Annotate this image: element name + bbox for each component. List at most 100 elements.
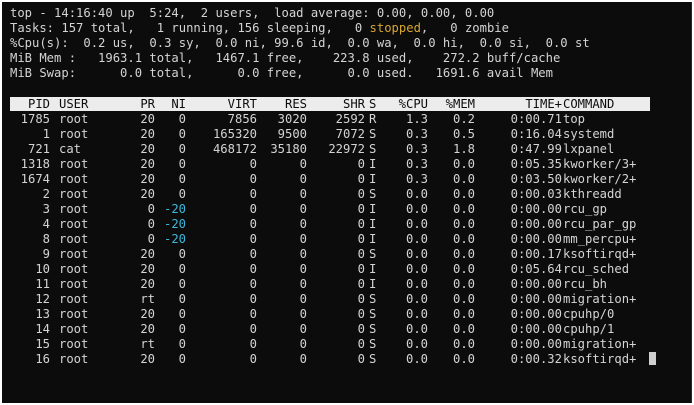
- cell-mem: 0.0: [452, 217, 475, 231]
- cell-state: S: [369, 292, 377, 306]
- cell-shr: 7072: [335, 127, 365, 141]
- col-time[interactable]: TIME+: [478, 97, 562, 111]
- col-ni[interactable]: NI: [158, 97, 186, 111]
- table-row[interactable]: 12 root rt 0 0 0 0 S 0.0 0.0 0:00.00 migration+: [10, 292, 650, 307]
- cell-time: 0:00.71: [510, 112, 562, 126]
- cell-res: 0: [299, 307, 307, 321]
- cell-mem: 0.0: [452, 157, 475, 171]
- cell-res: 0: [299, 187, 307, 201]
- cell-mem: 0.0: [452, 202, 475, 216]
- cell-cpu: 0.0: [405, 202, 428, 216]
- cell-state: I: [369, 277, 377, 291]
- table-row[interactable]: 11 root 20 0 0 0 0 I 0.0 0.0 0:00.00 rcu_bh: [10, 277, 650, 292]
- cell-time: 0:00.00: [510, 337, 562, 351]
- cell-mem: 0.0: [452, 187, 475, 201]
- cell-state: I: [369, 232, 377, 246]
- col-shr[interactable]: SHR: [307, 97, 365, 111]
- cell-mem: 0.0: [452, 322, 475, 336]
- cell-pr: rt: [140, 337, 155, 351]
- cell-shr: 0: [357, 217, 365, 231]
- cell-res: 0: [299, 277, 307, 291]
- col-state[interactable]: S: [369, 97, 381, 111]
- cell-user: root: [59, 187, 89, 201]
- cell-user: root: [59, 277, 89, 291]
- col-user[interactable]: USER: [59, 97, 119, 111]
- cell-state: I: [369, 172, 377, 186]
- table-row[interactable]: 1785 root 20 0 7856 3020 2592 R 1.3 0.2 0:00.71 top: [10, 112, 650, 127]
- cell-command: kworker/3+: [563, 157, 637, 171]
- table-row[interactable]: 3 root 0 -20 0 0 0 I 0.0 0.0 0:00.00 rcu_gp: [10, 202, 650, 217]
- terminal-window[interactable]: top - 14:16:40 up 5:24, 2 users, load av…: [2, 2, 692, 403]
- cell-ni: 0: [178, 322, 186, 336]
- cell-shr: 0: [357, 307, 365, 321]
- cell-ni: 0: [178, 337, 186, 351]
- table-row[interactable]: 1 root 20 0 165320 9500 7072 S 0.3 0.5 0:16.04 syst…: [10, 127, 650, 142]
- summary-mem-line: MiB Mem : 1963.1 total, 1467.1 free, 223…: [10, 51, 561, 65]
- cell-mem: 0.0: [452, 337, 475, 351]
- col-command[interactable]: COMMAND: [563, 97, 653, 111]
- cell-pid: 2: [42, 187, 50, 201]
- cell-state: I: [369, 217, 377, 231]
- cell-user: root: [59, 157, 89, 171]
- table-row[interactable]: 721 cat 20 0 468172 35180 22972 S 0.3 1.8 0:47.99 l…: [10, 142, 650, 157]
- cell-virt: 0: [249, 202, 257, 216]
- table-row[interactable]: 10 root 20 0 0 0 0 I 0.0 0.0 0:05.64 rcu_sched: [10, 262, 650, 277]
- cell-command: rcu_gp: [563, 202, 608, 216]
- table-row[interactable]: 13 root 20 0 0 0 0 S 0.0 0.0 0:00.00 cpuhp/0: [10, 307, 650, 322]
- table-row[interactable]: 1318 root 20 0 0 0 0 I 0.3 0.0 0:05.35 kworker/3+: [10, 157, 650, 172]
- cell-state: S: [369, 307, 377, 321]
- cell-user: root: [59, 202, 89, 216]
- table-row[interactable]: 8 root 0 -20 0 0 0 I 0.0 0.0 0:00.00 mm_percpu+: [10, 232, 650, 247]
- cell-pr: 0: [147, 202, 155, 216]
- cell-cpu: 0.0: [405, 292, 428, 306]
- cell-res: 3020: [277, 112, 307, 126]
- cell-time: 0:00.03: [510, 187, 562, 201]
- summary-cpu-line: %Cpu(s): 0.2 us, 0.3 sy, 0.0 ni, 99.6 id…: [10, 36, 590, 50]
- cell-pr: 20: [140, 262, 155, 276]
- cell-shr: 0: [357, 262, 365, 276]
- cell-state: S: [369, 187, 377, 201]
- col-mem[interactable]: %MEM: [428, 97, 475, 111]
- table-row[interactable]: 2 root 20 0 0 0 0 S 0.0 0.0 0:00.03 kthreadd: [10, 187, 650, 202]
- cell-mem: 0.0: [452, 277, 475, 291]
- cell-pr: 20: [140, 157, 155, 171]
- cell-cpu: 0.3: [405, 142, 428, 156]
- cell-command: ksoftirqd+: [563, 352, 637, 366]
- cell-mem: 0.2: [452, 112, 475, 126]
- col-pid[interactable]: PID: [10, 97, 50, 111]
- col-res[interactable]: RES: [257, 97, 307, 111]
- process-table-header[interactable]: PID USER PR NI VIRT RES SHR S %CPU %MEM …: [10, 97, 650, 111]
- cell-mem: 0.0: [452, 262, 475, 276]
- cell-time: 0:00.00: [510, 202, 562, 216]
- cell-pid: 1: [42, 127, 50, 141]
- cell-shr: 0: [357, 172, 365, 186]
- col-cpu[interactable]: %CPU: [385, 97, 428, 111]
- cell-res: 0: [299, 262, 307, 276]
- cell-cpu: 0.0: [405, 217, 428, 231]
- table-row[interactable]: 14 root 20 0 0 0 0 S 0.0 0.0 0:00.00 cpuhp/1: [10, 322, 650, 337]
- cell-ni: 0: [178, 187, 186, 201]
- table-row[interactable]: 1674 root 20 0 0 0 0 I 0.3 0.0 0:03.50 kworker/2+: [10, 172, 650, 187]
- table-row[interactable]: 4 root 0 -20 0 0 0 I 0.0 0.0 0:00.00 rcu_par_gp: [10, 217, 650, 232]
- cell-pr: 20: [140, 142, 155, 156]
- cell-shr: 0: [357, 187, 365, 201]
- tasks-text: Tasks: 157 total, 1 running, 156 sleepin…: [10, 21, 370, 35]
- cell-virt: 0: [249, 247, 257, 261]
- table-row[interactable]: 16 root 20 0 0 0 0 S 0.0 0.0 0:00.32 ksoftirqd+: [10, 352, 650, 367]
- cell-user: root: [59, 232, 89, 246]
- cell-virt: 0: [249, 307, 257, 321]
- cell-ni: 0: [178, 142, 186, 156]
- cell-user: root: [59, 112, 89, 126]
- cell-cpu: 0.3: [405, 127, 428, 141]
- cell-state: I: [369, 262, 377, 276]
- cell-cpu: 0.3: [405, 157, 428, 171]
- cell-command: rcu_bh: [563, 277, 608, 291]
- cell-time: 0:47.99: [510, 142, 562, 156]
- table-row[interactable]: 9 root 20 0 0 0 0 S 0.0 0.0 0:00.17 ksoftirqd+: [10, 247, 650, 262]
- col-pr[interactable]: PR: [128, 97, 155, 111]
- cell-command: migration+: [563, 292, 637, 306]
- table-row[interactable]: 15 root rt 0 0 0 0 S 0.0 0.0 0:00.00 migration+: [10, 337, 650, 352]
- col-virt[interactable]: VIRT: [191, 97, 257, 111]
- cell-ni: 0: [178, 172, 186, 186]
- cell-ni: -20: [163, 217, 186, 231]
